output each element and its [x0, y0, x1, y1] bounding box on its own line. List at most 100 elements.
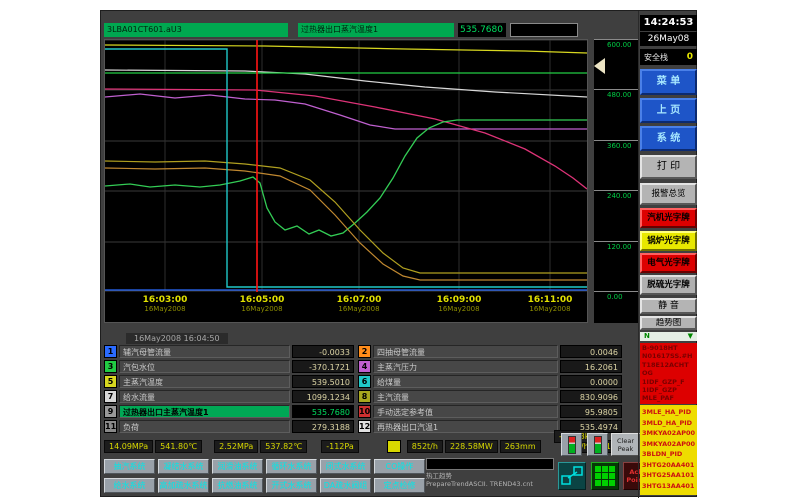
pen-label: 主蒸汽温度: [119, 375, 290, 388]
alarm-tag[interactable]: OG: [642, 369, 695, 377]
pen-row-8[interactable]: 8主汽流量830.9096: [358, 390, 622, 403]
link-icon: [559, 463, 585, 489]
clear-peak-label-2: Peak: [612, 445, 639, 453]
clear-peak-button[interactable]: Clear Peak: [611, 433, 640, 456]
pen-label: 四抽母管流量: [373, 345, 558, 358]
pen-color-badge: 11: [104, 420, 117, 433]
toolbar-button[interactable]: 循环水系统: [266, 459, 317, 474]
toolbar-row-1: 抽汽系统凝结水系统润滑油系统循环水系统闭式水系统CO操作: [104, 459, 425, 474]
command-input[interactable]: [426, 458, 554, 470]
trend-line-crimson-pen: [105, 89, 587, 189]
limit-indicator-button-2[interactable]: [587, 433, 608, 456]
toolbar-button[interactable]: 闭式水系统: [320, 459, 371, 474]
header-entry-box[interactable]: [510, 23, 578, 37]
pen-row-2[interactable]: 2四抽母管流量0.0046: [358, 345, 622, 358]
pen-row-5[interactable]: 5主蒸汽温度539.5010: [104, 375, 354, 388]
alarm-tag[interactable]: 3MKYA02AP00: [642, 439, 695, 450]
y-scale-label: 240.00: [607, 192, 632, 200]
gauge-icon: [594, 436, 602, 454]
status-value-box: 228.58MW: [445, 440, 498, 453]
turbine-annunciator-button[interactable]: 汽机光字牌: [640, 208, 697, 228]
alarm-tag[interactable]: T18E12ACHT: [642, 361, 695, 369]
grid-tool-button[interactable]: [591, 462, 619, 490]
limit-indicator-button-1[interactable]: [561, 433, 582, 456]
previous-page-button[interactable]: 上 页: [640, 98, 697, 123]
x-axis-tick: 16:09:0016May2008: [437, 295, 482, 313]
alarm-tag[interactable]: 1IDF_GZP_F: [642, 378, 695, 386]
pen-value: 1099.1234: [292, 390, 354, 403]
toolbar-button[interactable]: 凝结水系统: [158, 459, 209, 474]
alarm-tag[interactable]: 1IDF_GZP: [642, 386, 695, 394]
point-tag-bar[interactable]: 3LBA01CT601.aU3: [104, 23, 288, 37]
trend-line-white-pen: [105, 70, 587, 97]
link-tool-button[interactable]: [558, 462, 586, 490]
pen-color-badge: 10: [358, 405, 371, 418]
pen-value: 830.9096: [560, 390, 622, 403]
toolbar-button[interactable]: 开式水系统: [266, 478, 317, 493]
trend-chart[interactable]: 16:03:0016May200816:05:0016May200816:07:…: [104, 39, 588, 323]
print-button[interactable]: 打 印: [640, 155, 697, 179]
boiler-annunciator-button[interactable]: 锅炉光字牌: [640, 231, 697, 251]
selected-pen-title-bar[interactable]: 过热器出口蒸汽温度1: [298, 23, 454, 37]
toolbar-button[interactable]: 抗燃油系统: [212, 478, 263, 493]
pen-row-7[interactable]: 7给水流量1099.1234: [104, 390, 354, 403]
toolbar-button[interactable]: 抽汽系统: [104, 459, 155, 474]
toolbar-button[interactable]: 给水系统: [104, 478, 155, 493]
safety-stack-indicator[interactable]: 安全栈 0: [640, 49, 697, 65]
toolbar-button[interactable]: 高加疏水系统: [158, 478, 209, 493]
system-button[interactable]: 系 统: [640, 126, 697, 151]
pen-row-11[interactable]: 11负荷279.3188: [104, 420, 354, 433]
electrical-annunciator-button[interactable]: 电气光字牌: [640, 253, 697, 273]
pen-row-3[interactable]: 3汽包水位-370.1721: [104, 360, 354, 373]
pen-row-9[interactable]: 9过热器出口主蒸汽温度1535.7680: [104, 405, 354, 418]
pen-row-4[interactable]: 4主蒸汽压力16.2061: [358, 360, 622, 373]
menu-button[interactable]: 菜 单: [640, 69, 697, 95]
acknowledged-alarm-panel: 3MLE_HA_PID3MLD_HA_PID3MKYA02AP003MKYA02…: [640, 405, 697, 495]
alarm-tag[interactable]: 3BLDN_PID: [642, 449, 695, 460]
toolbar-button[interactable]: CO操作: [374, 459, 425, 474]
pen-label: 给煤量: [373, 375, 558, 388]
alarm-tag[interactable]: 3HTG20AA401: [642, 460, 695, 471]
page-indicator-strip[interactable]: N ▼: [640, 332, 697, 341]
sidebar: 14:24:53 26May08 安全栈 0 菜 单 上 页 系 统 打 印 报…: [638, 11, 698, 498]
y-scale-tick: [594, 89, 638, 90]
pen-label: 主汽流量: [373, 390, 558, 403]
mute-button[interactable]: 静 音: [640, 298, 697, 314]
trend-graph-button[interactable]: 趋势图: [640, 316, 697, 330]
x-axis: 16:03:0016May200816:05:0016May200816:07:…: [105, 292, 587, 322]
value-marker-triangle[interactable]: [594, 58, 605, 74]
pen-row-1[interactable]: 1辅汽母管流量-0.0033: [104, 345, 354, 358]
pen-label: 辅汽母管流量: [119, 345, 290, 358]
pen-color-badge: 5: [104, 375, 117, 388]
status-indicator-box: [387, 440, 401, 453]
pen-value: 539.5010: [292, 375, 354, 388]
pen-value: 535.7680: [292, 405, 354, 418]
pen-label: 给水流量: [119, 390, 290, 403]
toolbar-row-2: 给水系统高加疏水系统抗燃油系统开式水系统DA疏水阀组定点检修: [104, 478, 425, 493]
alarm-tag[interactable]: 3MKYA02AP00: [642, 428, 695, 439]
toolbar-button[interactable]: 定点检修: [374, 478, 425, 493]
y-scale-tick: [594, 39, 638, 40]
trend-plot-area[interactable]: [105, 40, 587, 292]
alarm-tag[interactable]: N01617SS.#H: [642, 352, 695, 360]
toolbar-button[interactable]: DA疏水阀组: [320, 478, 371, 493]
trend-window: 3LBA01CT601.aU3 过热器出口蒸汽温度1 535.7680 16:0…: [100, 10, 697, 497]
pen-row-10[interactable]: 10手动选定参考值95.9805: [358, 405, 622, 418]
alarm-tag[interactable]: 3HTG13AA401: [642, 481, 695, 492]
pen-row-6[interactable]: 6给煤量0.0000: [358, 375, 622, 388]
alarm-tag[interactable]: 3MLD_HA_PID: [642, 418, 695, 429]
trend-line-olive-pen-a: [105, 161, 587, 273]
x-axis-tick: 16:11:0016May2008: [528, 295, 573, 313]
pen-label: 主蒸汽压力: [373, 360, 558, 373]
alarm-tag[interactable]: 3MLE_HA_PID: [642, 407, 695, 418]
clock-date: 26May08: [640, 32, 697, 46]
toolbar-button[interactable]: 润滑油系统: [212, 459, 263, 474]
fgd-annunciator-button[interactable]: 脱硫光字牌: [640, 275, 697, 295]
pen-value: 95.9805: [560, 405, 622, 418]
alarm-tag[interactable]: 3HTG25AA101: [642, 470, 695, 481]
alarm-tag[interactable]: B-9018HT: [642, 344, 695, 352]
alarm-overview-button[interactable]: 报警总览: [640, 183, 697, 205]
alarm-tag[interactable]: MLE_PAF: [642, 394, 695, 402]
pen-value: -370.1721: [292, 360, 354, 373]
selected-pen-value: 535.7680: [458, 23, 506, 37]
